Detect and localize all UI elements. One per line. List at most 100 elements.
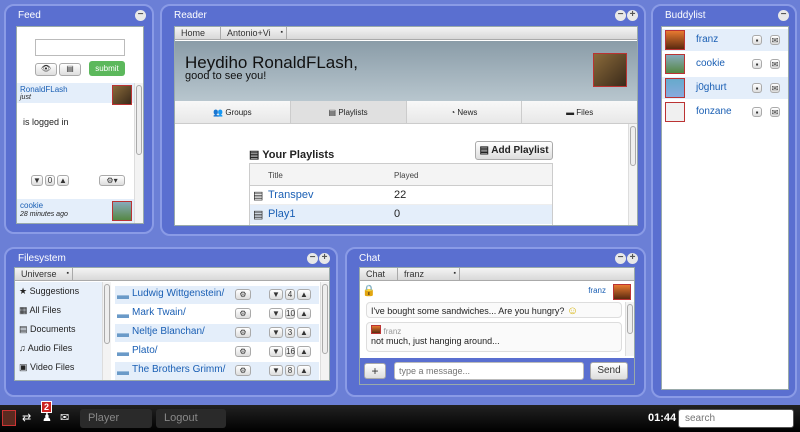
minimize-icon[interactable]: −	[615, 253, 626, 264]
buddy-name[interactable]: fonzane	[696, 106, 732, 117]
tab-universe[interactable]: Universe ▪	[15, 268, 73, 280]
player-button[interactable]: Player	[80, 409, 152, 428]
playlist-link[interactable]: Transpev	[268, 189, 313, 201]
sidebar-item-documents[interactable]: ▤ Documents	[19, 324, 76, 335]
folder-name[interactable]: Neltje Blanchan/	[132, 326, 205, 337]
thumbs-up-icon[interactable]: ▲	[57, 175, 69, 186]
folder-row[interactable]: ▬ Plato/ ⚙ ▼ 16 ▲	[115, 343, 319, 361]
feed-user-link[interactable]: cookie	[20, 201, 43, 210]
mail-icon[interactable]: ✉	[60, 411, 69, 424]
avatar[interactable]	[112, 201, 132, 221]
buddy-item[interactable]: j0ghurt ▪ ✉	[662, 77, 788, 99]
table-row[interactable]: ▤ Transpev 22	[250, 186, 552, 205]
logout-button[interactable]: Logout	[156, 409, 226, 428]
folder-name[interactable]: The Brothers Grimm/	[132, 364, 225, 375]
thumbs-down-icon[interactable]: ▼	[269, 346, 283, 357]
tab-franz[interactable]: franz ▪	[398, 268, 460, 280]
thumbs-down-icon[interactable]: ▼	[269, 289, 283, 300]
close-icon[interactable]: ▪	[454, 270, 456, 277]
minimize-icon[interactable]: −	[778, 10, 789, 21]
profile-icon[interactable]: ▪	[752, 35, 762, 45]
buddy-item[interactable]: fonzane ▪ ✉	[662, 101, 788, 123]
profile-icon[interactable]: ▪	[752, 83, 762, 93]
add-button[interactable]: +	[364, 363, 386, 379]
buddy-name[interactable]: j0ghurt	[696, 82, 727, 93]
sidebar-item-all-files[interactable]: ▦ All Files	[19, 305, 61, 316]
send-button[interactable]: Send	[590, 362, 628, 380]
nav-files[interactable]: ▬ Files	[522, 101, 637, 123]
maximize-icon[interactable]: +	[627, 10, 638, 21]
thumbs-up-icon[interactable]: ▲	[297, 289, 311, 300]
avatar[interactable]	[665, 30, 685, 50]
feed-scrollbar[interactable]	[134, 83, 143, 223]
folder-row[interactable]: ▬ Neltje Blanchan/ ⚙ ▼ 3 ▲	[115, 324, 319, 342]
folder-row[interactable]: ▬ Mark Twain/ ⚙ ▼ 10 ▲	[115, 305, 319, 323]
avatar[interactable]	[665, 78, 685, 98]
minimize-icon[interactable]: −	[615, 10, 626, 21]
profile-icon[interactable]: ▪	[752, 59, 762, 69]
lock-icon[interactable]: 🔒	[362, 284, 376, 297]
thumbs-up-icon[interactable]: ▲	[297, 327, 311, 338]
thumbs-down-icon[interactable]: ▼	[31, 175, 43, 186]
buddy-name[interactable]: cookie	[696, 58, 725, 69]
table-row[interactable]: ▤ Play1 0	[250, 205, 552, 224]
message-input[interactable]	[394, 362, 584, 380]
thumbs-up-icon[interactable]: ▲	[297, 346, 311, 357]
folder-name[interactable]: Mark Twain/	[132, 307, 186, 318]
chat-scrollbar[interactable]	[625, 302, 634, 356]
settings-button[interactable]: ⚙	[235, 346, 251, 357]
buddy-item[interactable]: cookie ▪ ✉	[662, 53, 788, 75]
folder-name[interactable]: Plato/	[132, 345, 158, 356]
avatar[interactable]	[613, 284, 631, 300]
sidebar-item-suggestions[interactable]: ★ Suggestions	[19, 286, 79, 297]
nav-news[interactable]: ◔ News	[407, 101, 523, 123]
minimize-icon[interactable]: −	[135, 10, 146, 21]
minimize-icon[interactable]: −	[307, 253, 318, 264]
folder-scrollbar[interactable]	[320, 282, 329, 380]
add-playlist-button[interactable]: ▤ Add Playlist	[475, 141, 553, 160]
maximize-icon[interactable]: +	[627, 253, 638, 264]
profile-icon[interactable]: ▪	[752, 107, 762, 117]
thumbs-up-icon[interactable]: ▲	[297, 308, 311, 319]
tab-antonio[interactable]: Antonio+Vi ▪	[221, 27, 287, 39]
avatar[interactable]	[665, 54, 685, 74]
settings-button[interactable]: ⚙	[235, 327, 251, 338]
reader-scrollbar[interactable]	[628, 124, 637, 225]
home-icon[interactable]	[2, 410, 16, 426]
thumbs-up-icon[interactable]: ▲	[297, 365, 311, 376]
buddy-name[interactable]: franz	[696, 34, 718, 45]
tab-chat[interactable]: Chat	[360, 268, 398, 280]
nav-groups[interactable]: 👥 Groups	[175, 101, 291, 123]
settings-button[interactable]: ⚙	[235, 308, 251, 319]
thumbs-down-icon[interactable]: ▼	[269, 327, 283, 338]
settings-button[interactable]: ⚙	[235, 289, 251, 300]
avatar[interactable]	[112, 85, 132, 105]
submit-button[interactable]: submit	[89, 61, 125, 76]
sidebar-item-audio[interactable]: ♫ Audio Files	[19, 343, 72, 353]
attach-button[interactable]: ▤	[59, 63, 81, 76]
nav-playlists[interactable]: ▤ Playlists	[290, 101, 407, 123]
mail-icon[interactable]: ✉	[770, 35, 780, 45]
search-input[interactable]	[678, 409, 794, 428]
sidebar-item-video[interactable]: ▣ Video Files	[19, 362, 74, 373]
folder-row[interactable]: ▬ The Brothers Grimm/ ⚙ ▼ 8 ▲	[115, 362, 319, 380]
close-icon[interactable]: ▪	[281, 29, 283, 36]
close-icon[interactable]: ▪	[67, 270, 69, 277]
avatar[interactable]	[593, 53, 627, 87]
mail-icon[interactable]: ✉	[770, 107, 780, 117]
buddy-item[interactable]: franz ▪ ✉	[662, 29, 788, 51]
maximize-icon[interactable]: +	[319, 253, 330, 264]
playlist-link[interactable]: Play1	[268, 208, 296, 220]
refresh-icon[interactable]: ⇄	[22, 411, 31, 424]
sidebar-scrollbar[interactable]	[102, 282, 111, 380]
settings-button[interactable]: ⚙	[235, 365, 251, 376]
chat-partner[interactable]: franz	[588, 286, 606, 295]
tab-home[interactable]: Home	[175, 27, 221, 39]
mail-icon[interactable]: ✉	[770, 83, 780, 93]
feed-user-link[interactable]: RonaldFLash	[20, 85, 68, 94]
folder-name[interactable]: Ludwig Wittgenstein/	[132, 288, 224, 299]
thumbs-down-icon[interactable]: ▼	[269, 308, 283, 319]
feed-input[interactable]	[35, 39, 125, 56]
avatar[interactable]	[665, 102, 685, 122]
mail-icon[interactable]: ✉	[770, 59, 780, 69]
